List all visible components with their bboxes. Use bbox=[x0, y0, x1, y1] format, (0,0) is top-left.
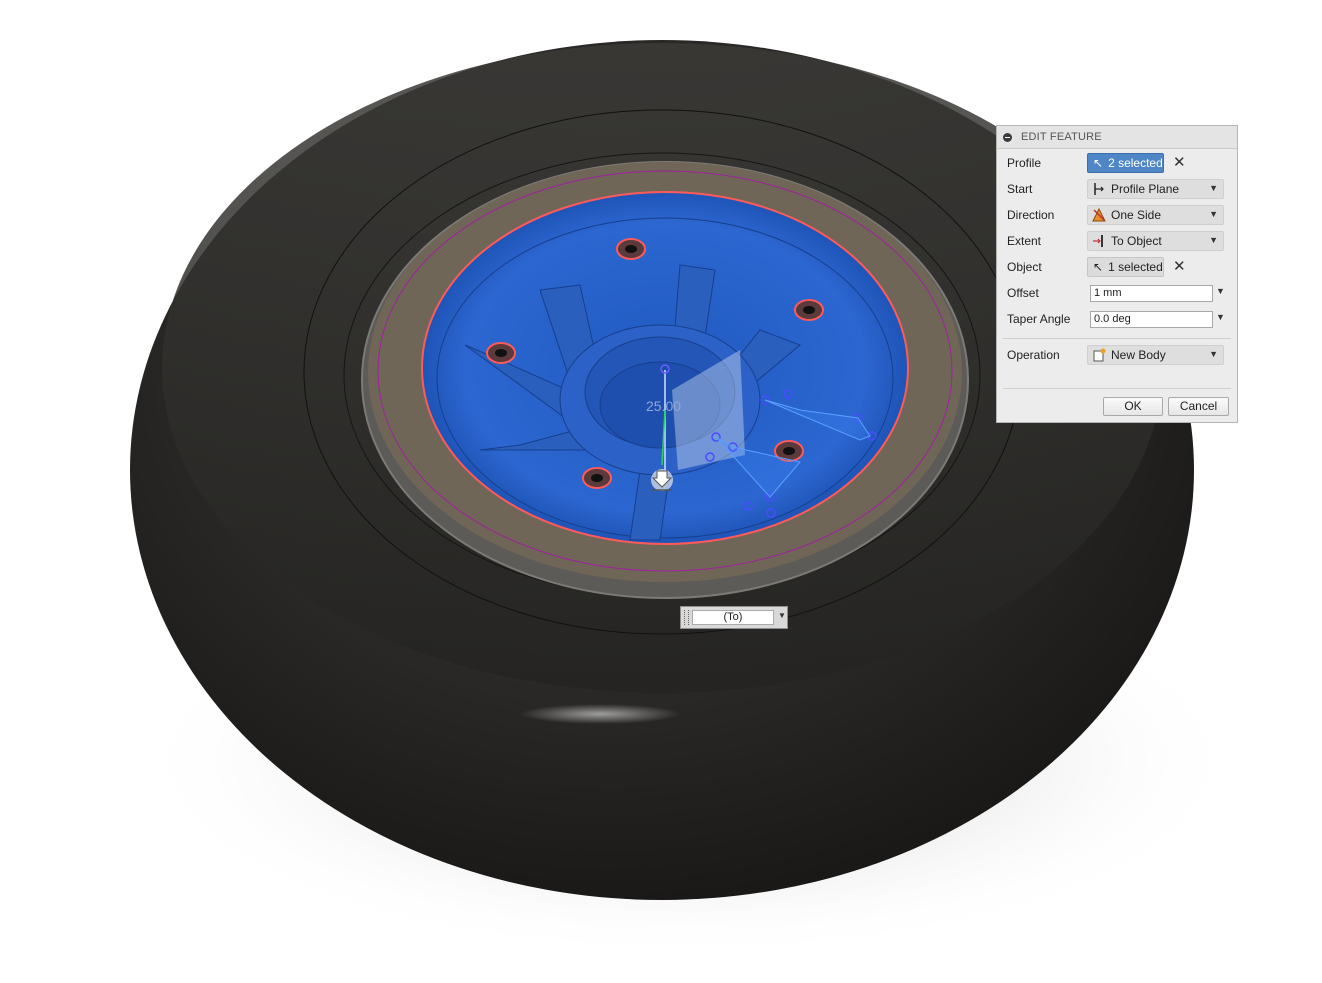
cursor-icon: ↖ bbox=[1093, 260, 1104, 274]
offset-input[interactable]: 1 mm bbox=[1090, 285, 1213, 302]
profile-clear-icon[interactable]: ✕ bbox=[1173, 153, 1186, 173]
new-body-icon bbox=[1092, 348, 1106, 362]
edit-feature-dialog: EDIT FEATURE Profile ↖ 2 selected ✕ Star… bbox=[996, 125, 1238, 423]
object-row: Object bbox=[1007, 256, 1087, 278]
profile-selection-button[interactable]: ↖ 2 selected bbox=[1087, 153, 1164, 173]
extent-value: To Object bbox=[1111, 234, 1162, 248]
taper-angle-input[interactable]: 0.0 deg bbox=[1090, 311, 1213, 328]
start-row: Start bbox=[1007, 178, 1087, 200]
operation-dropdown[interactable]: New Body ▼ bbox=[1087, 345, 1224, 365]
object-clear-icon[interactable]: ✕ bbox=[1173, 257, 1186, 277]
object-label: Object bbox=[1007, 260, 1042, 274]
offset-dropdown-arrow[interactable]: ▼ bbox=[1216, 286, 1225, 296]
start-value: Profile Plane bbox=[1111, 182, 1180, 196]
direction-dropdown[interactable]: One Side ▼ bbox=[1087, 205, 1224, 225]
operation-value: New Body bbox=[1111, 348, 1166, 362]
chevron-down-icon[interactable]: ▼ bbox=[778, 611, 786, 620]
operation-label: Operation bbox=[1007, 348, 1060, 362]
offset-label: Offset bbox=[1007, 286, 1039, 300]
extent-canvas-value[interactable]: (To) bbox=[692, 610, 774, 625]
dialog-titlebar[interactable]: EDIT FEATURE bbox=[997, 126, 1237, 149]
extent-dropdown[interactable]: To Object ▼ bbox=[1087, 231, 1224, 251]
profile-value: 2 selected bbox=[1108, 156, 1163, 170]
dialog-divider-bottom bbox=[1003, 388, 1231, 389]
profile-label: Profile bbox=[1007, 156, 1042, 170]
profile-plane-icon bbox=[1092, 182, 1106, 196]
cursor-icon: ↖ bbox=[1093, 156, 1104, 170]
offset-row: Offset bbox=[1007, 282, 1087, 304]
direction-label: Direction bbox=[1007, 208, 1055, 222]
extrude-manipulator-icon[interactable] bbox=[651, 469, 673, 491]
chevron-down-icon: ▼ bbox=[1209, 235, 1218, 245]
chevron-down-icon: ▼ bbox=[1209, 209, 1218, 219]
ok-button[interactable]: OK bbox=[1103, 397, 1163, 416]
taper-angle-row: Taper Angle bbox=[1007, 308, 1087, 330]
bolt-hole[interactable] bbox=[486, 342, 516, 364]
extent-canvas-dropdown[interactable]: (To) ▼ bbox=[680, 606, 788, 629]
profile-row: Profile bbox=[1007, 152, 1087, 174]
to-object-icon bbox=[1092, 234, 1106, 248]
start-label: Start bbox=[1007, 182, 1033, 196]
extent-label: Extent bbox=[1007, 234, 1042, 248]
bolt-hole[interactable] bbox=[582, 467, 612, 489]
start-dropdown[interactable]: Profile Plane ▼ bbox=[1087, 179, 1224, 199]
object-selection-button[interactable]: ↖ 1 selected bbox=[1087, 257, 1164, 277]
tire-shine bbox=[520, 704, 680, 724]
object-value: 1 selected bbox=[1108, 260, 1163, 274]
operation-row: Operation bbox=[1007, 344, 1087, 366]
direction-value: One Side bbox=[1111, 208, 1162, 222]
chevron-down-icon: ▼ bbox=[1209, 349, 1218, 359]
bolt-hole[interactable] bbox=[616, 238, 646, 260]
cancel-button[interactable]: Cancel bbox=[1168, 397, 1229, 416]
chevron-down-icon: ▼ bbox=[1209, 183, 1218, 193]
taper-angle-label: Taper Angle bbox=[1007, 312, 1071, 326]
drag-grip-icon[interactable] bbox=[684, 610, 689, 625]
one-side-icon bbox=[1092, 207, 1106, 222]
dialog-divider bbox=[1003, 338, 1231, 339]
dimension-value[interactable]: 25.00 bbox=[646, 398, 681, 414]
taper-angle-dropdown-arrow[interactable]: ▼ bbox=[1216, 312, 1225, 322]
collapse-icon[interactable] bbox=[1003, 132, 1012, 142]
extent-row: Extent bbox=[1007, 230, 1087, 252]
direction-row: Direction bbox=[1007, 204, 1087, 226]
dialog-title: EDIT FEATURE bbox=[1021, 131, 1102, 143]
bolt-hole[interactable] bbox=[794, 299, 824, 321]
